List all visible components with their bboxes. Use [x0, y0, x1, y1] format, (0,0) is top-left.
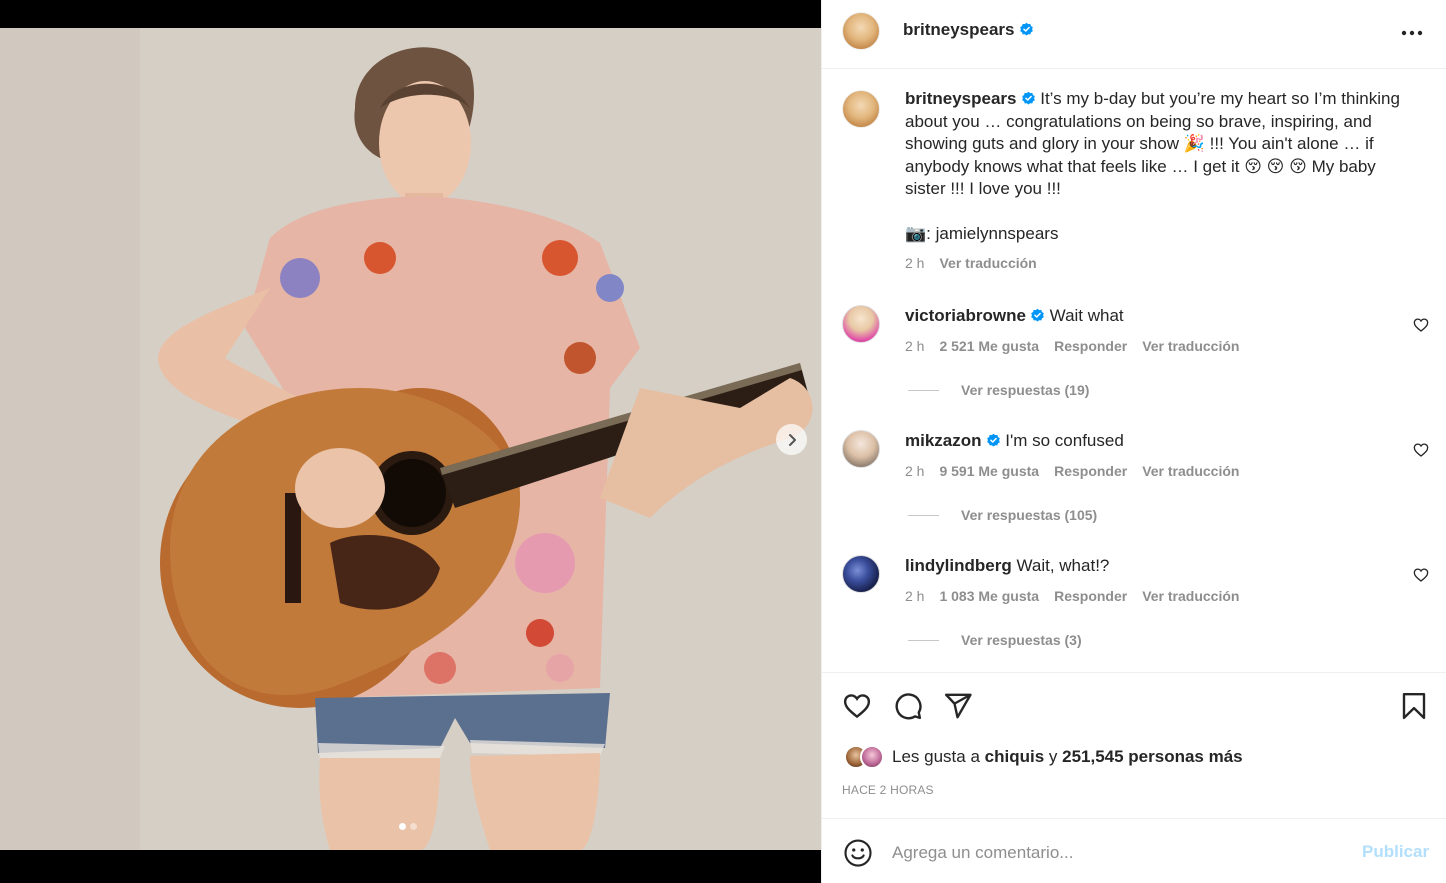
comment-avatar[interactable]: [842, 305, 880, 343]
likes-count-link[interactable]: 251,545 personas más: [1062, 747, 1243, 766]
post-header: britneyspears: [822, 0, 1446, 69]
author-avatar[interactable]: [842, 12, 880, 50]
publish-button[interactable]: Publicar: [1362, 842, 1429, 862]
more-horizontal-icon: [1401, 30, 1423, 36]
likes-prefix: Les gusta a: [892, 747, 980, 766]
comment-text: Wait, what!?: [1016, 556, 1110, 575]
post-media: [0, 0, 821, 883]
view-replies-label[interactable]: Ver respuestas (3): [961, 632, 1082, 648]
verified-badge-icon: [986, 433, 1000, 447]
comment-input[interactable]: [892, 836, 1342, 870]
verified-badge-icon: [1031, 308, 1044, 322]
view-replies-label[interactable]: Ver respuestas (19): [961, 382, 1089, 398]
comment-translate-button[interactable]: Ver traducción: [1142, 588, 1239, 604]
caption-meta: 2 h Ver traducción: [905, 252, 1405, 275]
comment-like-heart-icon[interactable]: [1413, 567, 1429, 583]
comment-text: Wait what: [1049, 306, 1124, 325]
view-replies-button[interactable]: Ver respuestas (3): [908, 632, 1082, 648]
caption-text-block: britneyspears It’s my b-day but you’re m…: [905, 88, 1405, 201]
comment-reply-button[interactable]: Responder: [1054, 338, 1127, 354]
chevron-right-icon: [788, 433, 796, 446]
comment-reply-button[interactable]: Responder: [1054, 588, 1127, 604]
comment-likes[interactable]: 9 591 Me gusta: [939, 463, 1039, 479]
comment-avatar[interactable]: [842, 430, 880, 468]
likes-joiner: y: [1048, 747, 1058, 766]
comment-time[interactable]: 2 h: [905, 588, 924, 604]
comment-meta: 2 h 9 591 Me gusta Responder Ver traducc…: [905, 463, 1239, 479]
caption-author-avatar[interactable]: [842, 90, 880, 128]
comment-translate-button[interactable]: Ver traducción: [1142, 338, 1239, 354]
verified-badge-icon: [1019, 22, 1033, 36]
view-replies-button[interactable]: Ver respuestas (105): [908, 507, 1097, 523]
comments-section: britneyspears It’s my b-day but you’re m…: [822, 70, 1446, 672]
bookmark-icon[interactable]: [1399, 691, 1429, 721]
caption-translate-button[interactable]: Ver traducción: [939, 252, 1036, 275]
comment-like-heart-icon[interactable]: [1413, 317, 1429, 333]
likes-user-link[interactable]: chiquis: [985, 747, 1045, 766]
caption-author-username[interactable]: britneyspears: [905, 89, 1017, 108]
add-comment-bar: Publicar: [822, 818, 1446, 883]
comment-meta: 2 h 2 521 Me gusta Responder Ver traducc…: [905, 338, 1239, 354]
comment-like-heart-icon[interactable]: [1413, 442, 1429, 458]
likers-avatars[interactable]: [842, 745, 892, 769]
smiley-icon[interactable]: [843, 838, 873, 868]
post-side-panel: britneyspears britneyspears It’s my b-da…: [821, 0, 1446, 883]
comment-username[interactable]: lindylindberg: [905, 556, 1012, 575]
author-username-text[interactable]: britneyspears: [903, 20, 1015, 39]
replies-divider: [908, 514, 939, 516]
photo-illustration: [0, 28, 821, 850]
comment-likes[interactable]: 1 083 Me gusta: [939, 588, 1039, 604]
post-actions: Les gusta a chiquis y 251,545 personas m…: [822, 672, 1446, 818]
comment-time[interactable]: 2 h: [905, 463, 924, 479]
comment-text: I'm so confused: [1005, 431, 1124, 450]
comment-text-row: victoriabrowne Wait what: [905, 306, 1385, 326]
carousel-indicator: [399, 823, 417, 830]
replies-divider: [908, 639, 939, 641]
comment-translate-button[interactable]: Ver traducción: [1142, 463, 1239, 479]
carousel-dot: [410, 823, 417, 830]
likes-summary: Les gusta a chiquis y 251,545 personas m…: [842, 745, 1243, 769]
verified-badge-icon: [1021, 91, 1035, 105]
carousel-next-button[interactable]: [776, 424, 807, 455]
comment-time[interactable]: 2 h: [905, 338, 924, 354]
comment-reply-button[interactable]: Responder: [1054, 463, 1127, 479]
comment-likes[interactable]: 2 521 Me gusta: [939, 338, 1039, 354]
replies-divider: [908, 389, 939, 391]
comment-text-row: lindylindberg Wait, what!?: [905, 556, 1385, 576]
share-icon[interactable]: [943, 691, 973, 721]
author-username[interactable]: britneyspears: [903, 20, 1034, 40]
comment-meta: 2 h 1 083 Me gusta Responder Ver traducc…: [905, 588, 1239, 604]
post-time-ago[interactable]: HACE 2 HORAS: [842, 783, 934, 797]
comment-avatar[interactable]: [842, 555, 880, 593]
caption-time[interactable]: 2 h: [905, 252, 924, 275]
comment-icon[interactable]: [893, 691, 923, 721]
view-replies-label[interactable]: Ver respuestas (105): [961, 507, 1097, 523]
comment-username[interactable]: mikzazon: [905, 431, 982, 450]
carousel-dot-active: [399, 823, 406, 830]
liker-avatar: [860, 745, 884, 769]
comment-username[interactable]: victoriabrowne: [905, 306, 1026, 325]
heart-icon[interactable]: [842, 691, 872, 721]
photo-credit[interactable]: 📷: jamielynnspears: [905, 223, 1405, 246]
more-options-button[interactable]: [1399, 21, 1425, 45]
view-replies-button[interactable]: Ver respuestas (19): [908, 382, 1089, 398]
caption-body: britneyspears It’s my b-day but you’re m…: [905, 88, 1405, 275]
likes-text: Les gusta a chiquis y 251,545 personas m…: [892, 747, 1243, 767]
comment-text-row: mikzazon I'm so confused: [905, 431, 1385, 451]
post-photo[interactable]: [0, 28, 821, 850]
